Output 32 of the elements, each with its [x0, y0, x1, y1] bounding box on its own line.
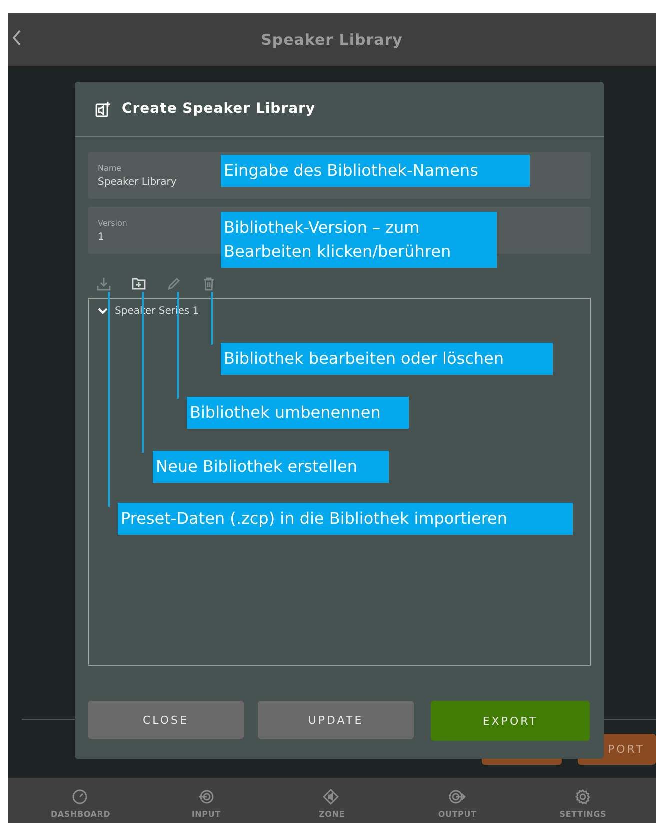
dashboard-icon	[72, 789, 90, 805]
back-icon	[12, 30, 22, 46]
field-value: Speaker Library	[98, 176, 177, 188]
nav-tab[interactable]: DASHBOARD	[50, 810, 111, 819]
book-plus-icon	[95, 100, 112, 118]
primary-button[interactable]: EXPORT	[431, 701, 590, 741]
download-icon	[96, 276, 112, 292]
nav-tab[interactable]: OUTPUT	[438, 810, 477, 819]
annotation-tooltip: Eingabe des Bibliothek-Namens	[221, 155, 530, 187]
secondary-button[interactable]: CLOSE	[88, 701, 244, 739]
output-icon	[449, 789, 466, 805]
annotation-tooltip: Bibliothek umbenennen	[187, 397, 409, 429]
field-value: 1	[98, 232, 104, 242]
folder-plus-icon	[131, 276, 147, 292]
annotation-tooltip: Bibliothek bearbeiten oder löschen	[221, 343, 553, 375]
field-label: Version	[98, 218, 128, 228]
leader-line	[211, 292, 213, 345]
nav-tab[interactable]: INPUT	[192, 810, 221, 819]
trash-icon	[201, 276, 217, 292]
annotation-tooltip: Neue Bibliothek erstellen	[153, 451, 389, 483]
settings-icon	[574, 789, 592, 805]
secondary-button[interactable]: UPDATE	[258, 701, 414, 739]
page-title: Speaker Library	[261, 30, 403, 48]
pencil-icon	[166, 276, 182, 292]
zone-icon	[323, 789, 340, 805]
field-label: Name	[98, 164, 122, 172]
nav-tab[interactable]: SETTINGS	[560, 810, 607, 819]
nav-tab[interactable]: ZONE	[319, 810, 345, 819]
annotation-tooltip: Preset-Daten (.zcp) in die Bibliothek importieren	[118, 503, 573, 535]
annotation-tooltip: Bibliothek-Version – zum Bearbeiten klicken/berühren	[221, 212, 497, 268]
dialog-title: Create Speaker Library	[122, 101, 316, 117]
input-icon	[198, 789, 215, 805]
